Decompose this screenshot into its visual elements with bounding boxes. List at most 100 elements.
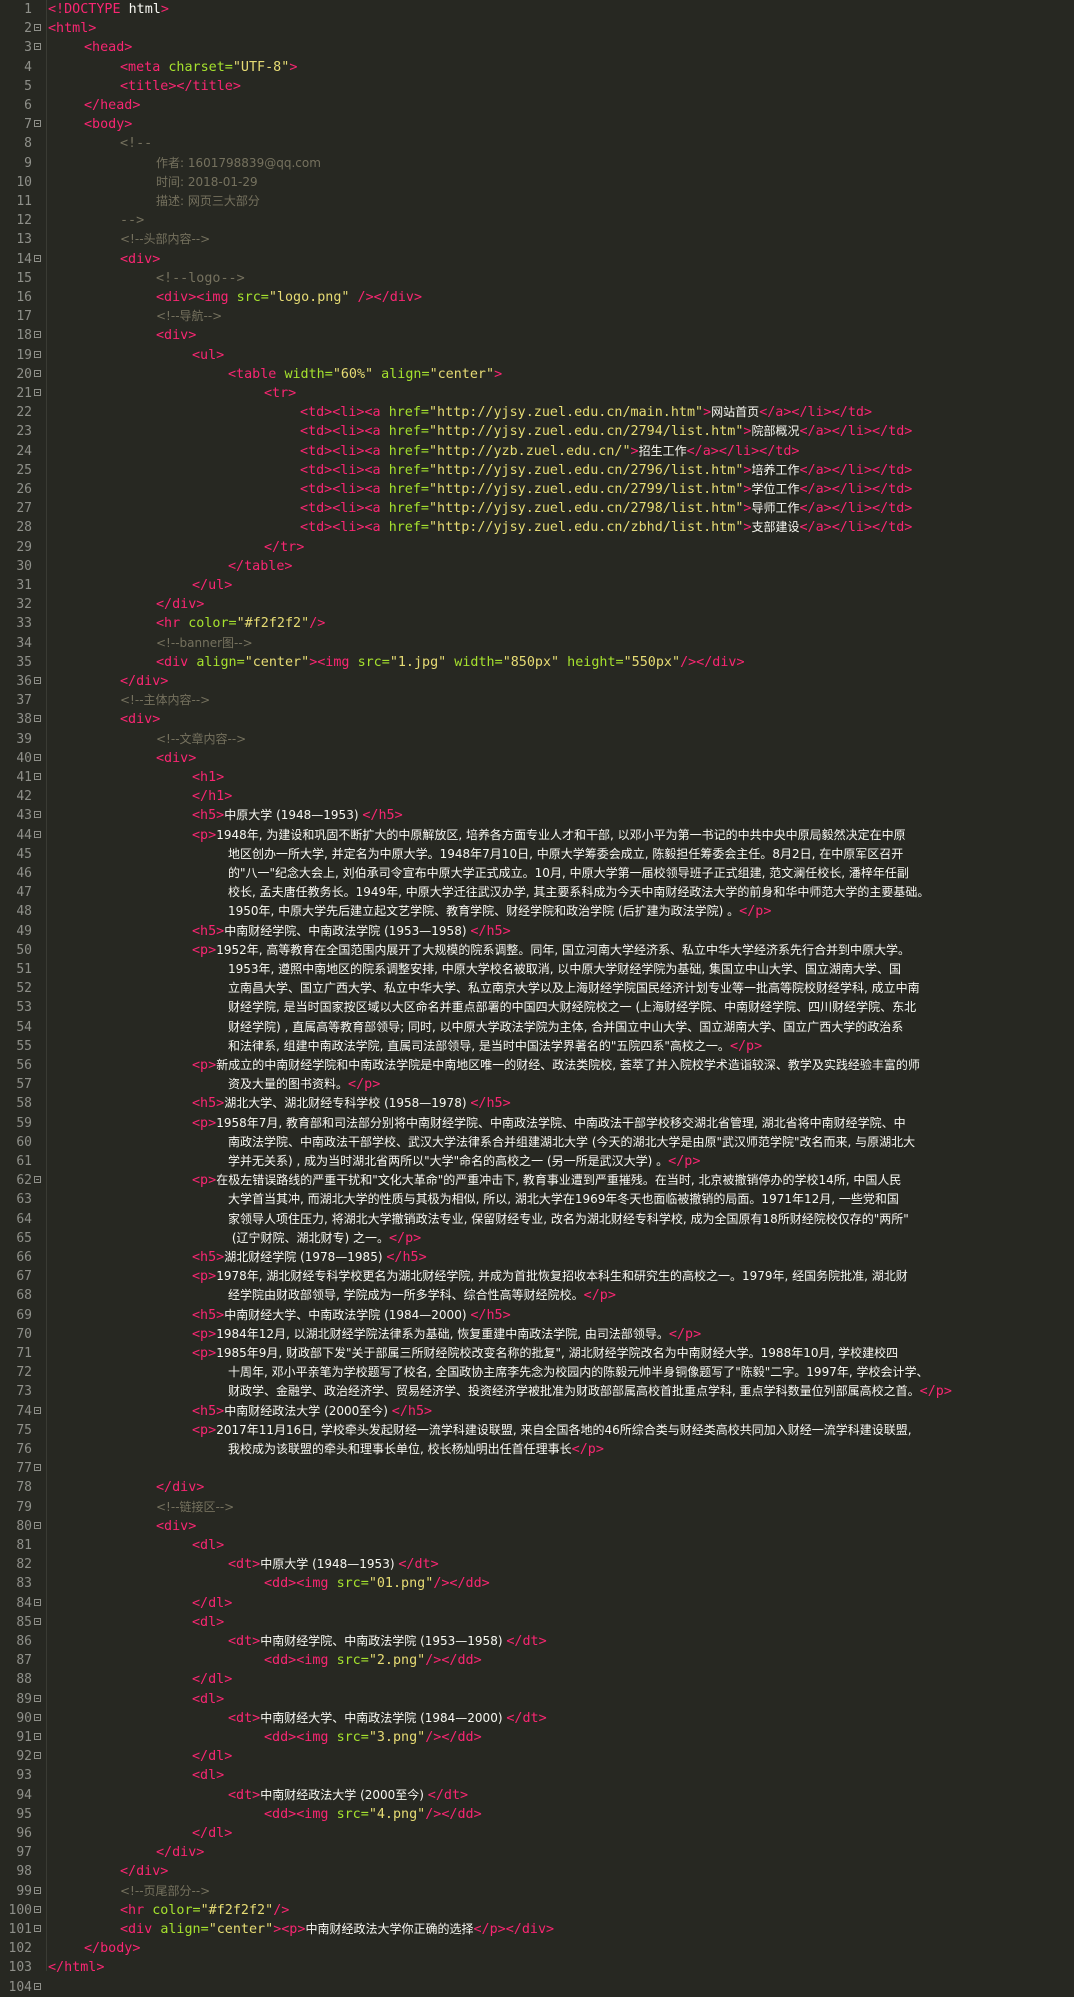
fold-toggle-icon[interactable] — [34, 1905, 41, 1913]
code-line[interactable]: 68 经学院由财政部领导, 学院成为一所多学科、综合性高等财经院校。</p> — [0, 1286, 1074, 1305]
code-line[interactable]: 23 <td><li><a href="http://yjsy.zuel.edu.… — [0, 422, 1074, 441]
code-line[interactable]: 60 南政法学院、中南政法干部学校、武汉大学法律系合并组建湖北大学 (今天的湖北大… — [0, 1133, 1074, 1152]
code-line[interactable]: 33 <hr color="#f2f2f2"/> — [0, 614, 1074, 633]
code-line[interactable]: 53 财经学院, 是当时国家按区域以大区命名并重点部署的中国四大财经院校之一 (上… — [0, 998, 1074, 1017]
code-line[interactable]: 95 <dd><img src="4.png"/></dd> — [0, 1805, 1074, 1824]
code-line[interactable]: 102 </body> — [0, 1939, 1074, 1958]
code-line[interactable]: 98 </div> — [0, 1862, 1074, 1881]
code-line[interactable]: 82 <dt>中原大学 (1948—1953) </dt> — [0, 1555, 1074, 1574]
fold-toggle-icon[interactable] — [34, 1925, 41, 1932]
code-line[interactable]: 89 <dl> — [0, 1690, 1074, 1709]
code-line[interactable]: 54 财经学院) , 直属高等教育部领导; 同时, 以中原大学政法学院为主体, 合… — [0, 1018, 1074, 1037]
code-line[interactable]: 25 <td><li><a href="http://yjsy.zuel.edu.… — [0, 461, 1074, 480]
code-line[interactable]: 87 <dd><img src="2.png"/></dd> — [0, 1651, 1074, 1670]
code-line[interactable]: 77 — [0, 1459, 1074, 1478]
code-line[interactable]: 2 <html> — [0, 19, 1074, 38]
code-line[interactable]: 57 资及大量的图书资料。</p> — [0, 1075, 1074, 1094]
fold-toggle-icon[interactable] — [34, 811, 41, 819]
code-line[interactable]: 62 <p>在极左错误路线的严重干扰和"文化大革命"的严重冲击下, 教育事业遭到严… — [0, 1171, 1074, 1190]
code-line[interactable]: 55 和法律系, 组建中南政法学院, 直属司法部领导, 是当时中国法学界著名的"五… — [0, 1037, 1074, 1056]
code-line[interactable]: 81 <dl> — [0, 1536, 1074, 1555]
code-line[interactable]: 61 学并无关系) , 成为当时湖北省两所以"大学"命名的高校之一 (另一所是武汉… — [0, 1152, 1074, 1171]
fold-toggle-icon[interactable] — [34, 1886, 41, 1894]
code-line[interactable]: 73 财政学、金融学、政治经济学、贸易经济学、投资经济学被批准为财政部部属高校首批… — [0, 1382, 1074, 1401]
code-line[interactable]: 59 <p>1958年7月, 教育部和司法部分别将中南财经学院、中南政法学院、中南… — [0, 1114, 1074, 1133]
code-line[interactable]: 50 <p>1952年, 高等教育在全国范围内展开了大规模的院系调整。同年, 国立… — [0, 941, 1074, 960]
code-line[interactable]: 39 <!--文章内容--> — [0, 730, 1074, 749]
fold-toggle-icon[interactable] — [34, 715, 41, 723]
code-line[interactable]: 64 家领导人项住压力, 将湖北大学撤销政法专业, 保留财经专业, 改名为湖北财经… — [0, 1210, 1074, 1229]
code-line[interactable]: 56 <p>新成立的中南财经学院和中南政法学院是中南地区唯一的财经、政法类院校, … — [0, 1056, 1074, 1075]
code-line[interactable]: 93 <dl> — [0, 1766, 1074, 1785]
code-line[interactable]: 52 立南昌大学、国立广西大学、私立中华大学、私立南京大学以及上海财经学院国民经济… — [0, 979, 1074, 998]
code-line[interactable]: 101 <div align="center"><p>中南财经政法大学你正确的选择… — [0, 1920, 1074, 1939]
code-line[interactable]: 12 --> — [0, 211, 1074, 230]
fold-toggle-icon[interactable] — [34, 43, 41, 51]
code-line[interactable]: 6 </head> — [0, 96, 1074, 115]
fold-toggle-icon[interactable] — [34, 1694, 41, 1702]
code-line[interactable]: 1 <!DOCTYPE html> — [0, 0, 1074, 19]
fold-toggle-icon[interactable] — [34, 369, 41, 377]
fold-toggle-icon[interactable] — [34, 1464, 41, 1472]
code-line[interactable]: 17 <!--导航--> — [0, 307, 1074, 326]
fold-toggle-icon[interactable] — [34, 1752, 41, 1760]
code-line[interactable]: 38 <div> — [0, 710, 1074, 729]
code-line[interactable]: 37 <!--主体内容--> — [0, 691, 1074, 710]
code-line[interactable]: 16 <div><img src="logo.png" /></div> — [0, 288, 1074, 307]
fold-toggle-icon[interactable] — [34, 1617, 41, 1625]
code-line[interactable]: 19 <ul> — [0, 346, 1074, 365]
code-line[interactable]: 43 <h5>中原大学 (1948—1953) </h5> — [0, 806, 1074, 825]
code-line[interactable]: 45 地区创办一所大学, 并定名为中原大学。1948年7月10日, 中原大学筹委会… — [0, 845, 1074, 864]
code-line[interactable]: 67 <p>1978年, 湖北财经专科学校更名为湖北财经学院, 并成为首批恢复招收… — [0, 1267, 1074, 1286]
fold-toggle-icon[interactable] — [34, 1982, 41, 1990]
fold-toggle-icon[interactable] — [34, 331, 41, 339]
code-line[interactable]: 32 </div> — [0, 595, 1074, 614]
code-line[interactable]: 104 — [0, 1978, 1074, 1997]
code-line[interactable]: 10 时间: 2018-01-29 — [0, 173, 1074, 192]
code-line[interactable]: 69 <h5>中南财经大学、中南政法学院 (1984—2000) </h5> — [0, 1306, 1074, 1325]
fold-toggle-icon[interactable] — [34, 1598, 41, 1606]
code-line[interactable]: 75 <p>2017年11月16日, 学校牵头发起财经一流学科建设联盟, 来自全国… — [0, 1421, 1074, 1440]
code-line[interactable]: 94 <dt>中南财经政法大学 (2000至今) </dt> — [0, 1786, 1074, 1805]
code-line[interactable]: 24 <td><li><a href="http://yzb.zuel.edu.c… — [0, 442, 1074, 461]
fold-toggle-icon[interactable] — [34, 1176, 41, 1184]
code-editor[interactable]: 1 <!DOCTYPE html> 2 <html> 3 <head> 4 <meta cha… — [0, 0, 1074, 1995]
code-line[interactable]: 70 <p>1984年12月, 以湖北财经学院法律系为基础, 恢复重建中南政法学院… — [0, 1325, 1074, 1344]
code-line[interactable]: 29 </tr> — [0, 538, 1074, 557]
code-line[interactable]: 13 <!--头部内容--> — [0, 230, 1074, 249]
code-line[interactable]: 15 <!--logo--> — [0, 269, 1074, 288]
code-line[interactable]: 36 </div> — [0, 672, 1074, 691]
fold-toggle-icon[interactable] — [34, 24, 41, 32]
code-line[interactable]: 63 大学首当其冲, 而湖北大学的性质与其极为相似, 所以, 湖北大学在1969年… — [0, 1190, 1074, 1209]
code-line[interactable]: 8 <!-- — [0, 134, 1074, 153]
code-line[interactable]: 78 </div> — [0, 1478, 1074, 1497]
code-line[interactable]: 79 <!--链接区--> — [0, 1498, 1074, 1517]
code-line[interactable]: 5 <title></title> — [0, 77, 1074, 96]
code-line[interactable]: 99 <!--页尾部分--> — [0, 1882, 1074, 1901]
code-line[interactable]: 34 <!--banner图--> — [0, 634, 1074, 653]
code-line[interactable]: 96 </dl> — [0, 1824, 1074, 1843]
code-line[interactable]: 18 <div> — [0, 326, 1074, 345]
code-line[interactable]: 86 <dt>中南财经学院、中南政法学院 (1953—1958) </dt> — [0, 1632, 1074, 1651]
code-line[interactable]: 21 <tr> — [0, 384, 1074, 403]
code-line[interactable]: 42 </h1> — [0, 787, 1074, 806]
code-line[interactable]: 80 <div> — [0, 1517, 1074, 1536]
fold-toggle-icon[interactable] — [34, 677, 41, 684]
code-line[interactable]: 92 </dl> — [0, 1747, 1074, 1766]
code-line[interactable]: 72 十周年, 邓小平亲笔为学校题写了校名, 全国政协主席李先念为校园内的陈毅元帅… — [0, 1363, 1074, 1382]
code-line[interactable]: 35 <div align="center"><img src="1.jpg" w… — [0, 653, 1074, 672]
fold-toggle-icon[interactable] — [34, 389, 41, 396]
code-line[interactable]: 26 <td><li><a href="http://yjsy.zuel.edu.… — [0, 480, 1074, 499]
code-line[interactable]: 85 <dl> — [0, 1613, 1074, 1632]
code-line[interactable]: 11 描述: 网页三大部分 — [0, 192, 1074, 211]
code-line[interactable]: 65 (辽宁财院、湖北财专) 之一。</p> — [0, 1229, 1074, 1248]
fold-toggle-icon[interactable] — [34, 1521, 41, 1529]
fold-toggle-icon[interactable] — [34, 350, 41, 358]
code-line[interactable]: 40 <div> — [0, 749, 1074, 768]
code-line[interactable]: 48 1950年, 中原大学先后建立起文艺学院、教育学院、财经学院和政治学院 (后… — [0, 902, 1074, 921]
code-line[interactable]: 91 <dd><img src="3.png"/></dd> — [0, 1728, 1074, 1747]
fold-toggle-icon[interactable] — [34, 120, 41, 128]
code-line[interactable]: 103 </html> — [0, 1958, 1074, 1977]
code-line[interactable]: 90 <dt>中南财经大学、中南政法学院 (1984—2000) </dt> — [0, 1709, 1074, 1728]
fold-toggle-icon[interactable] — [34, 254, 41, 262]
